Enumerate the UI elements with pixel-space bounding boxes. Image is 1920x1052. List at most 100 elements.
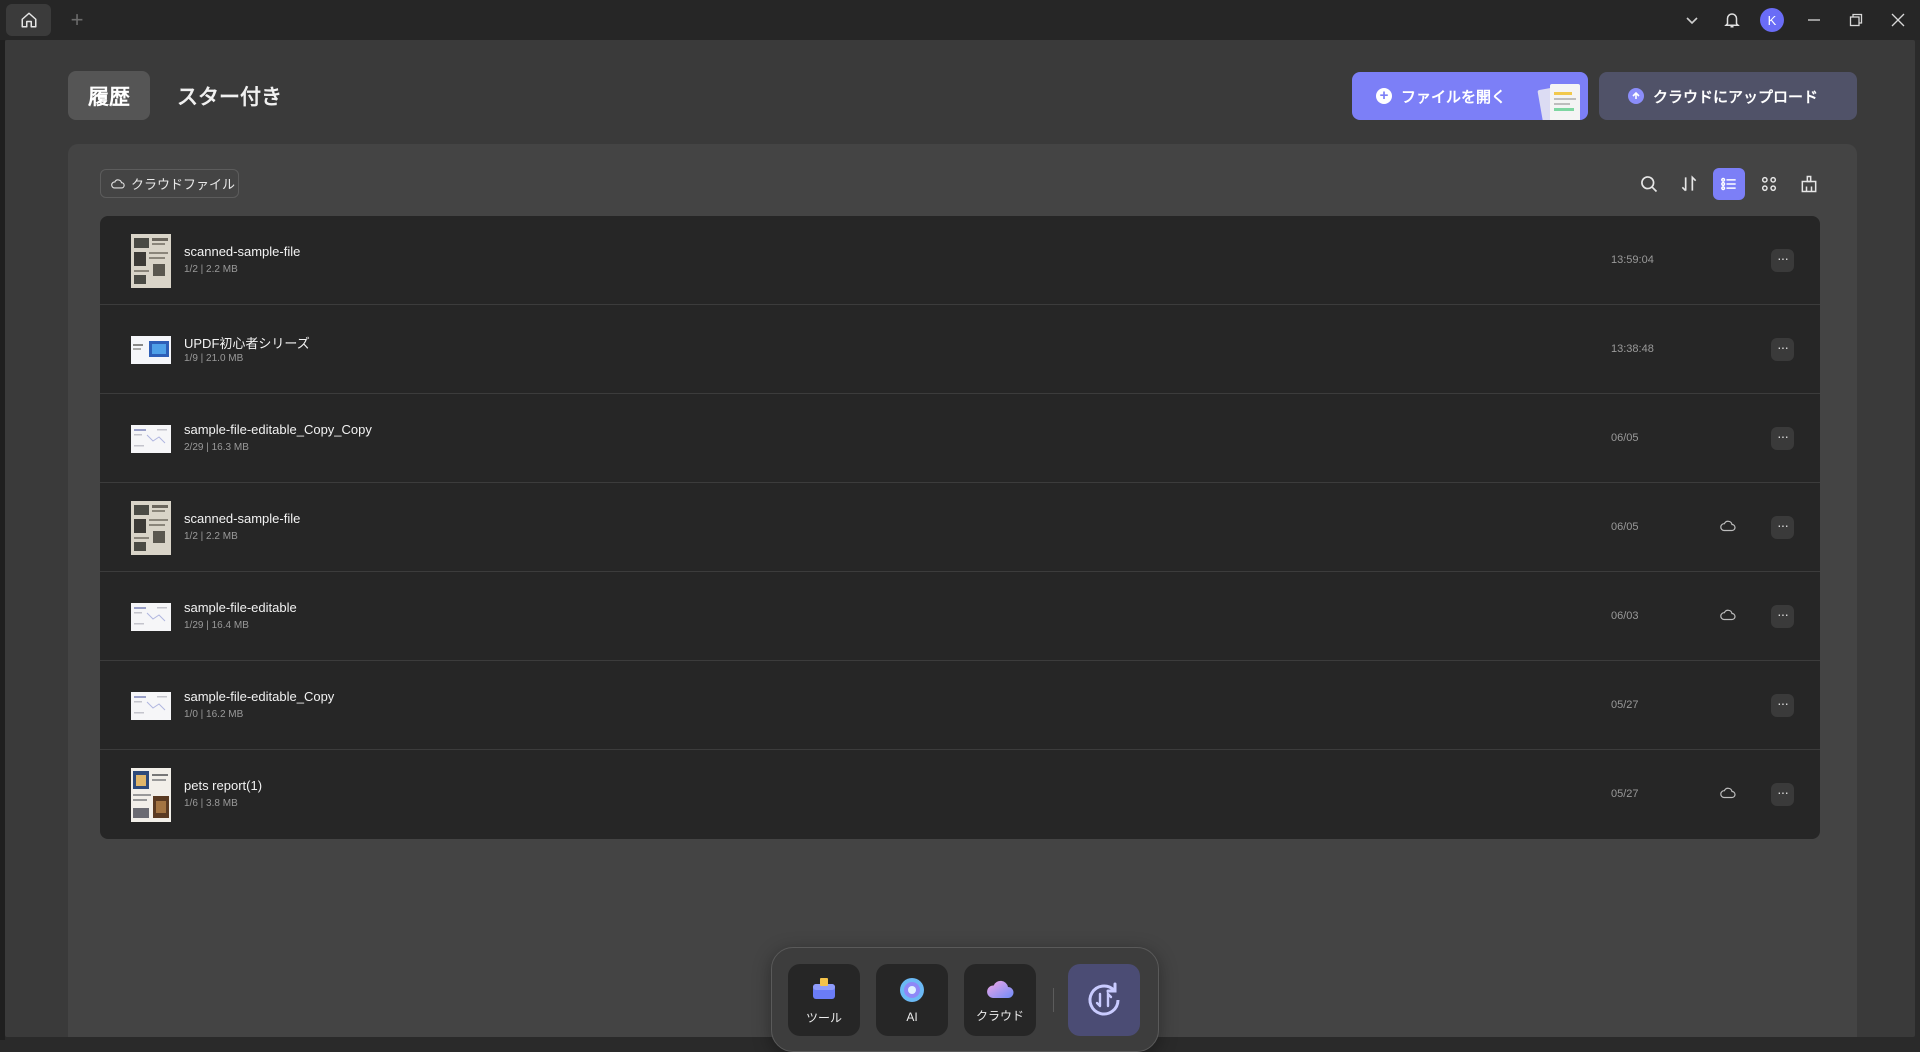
open-file-label: ファイルを開く — [1401, 88, 1507, 106]
view-toolbar — [1633, 168, 1825, 200]
file-date: 06/03 — [1611, 610, 1639, 622]
file-row[interactable]: sample-file-editable 1/29 | 16.4 MB 06/03 ·… — [100, 572, 1820, 661]
open-file-button[interactable]: + ファイルを開く — [1352, 72, 1588, 120]
more-options-button[interactable]: ··· — [1771, 249, 1794, 272]
dock-ai-button[interactable]: AI — [876, 964, 948, 1036]
grid-view-icon — [1761, 176, 1777, 192]
tab-history[interactable]: 履歴 — [68, 71, 150, 120]
more-options-button[interactable]: ··· — [1771, 694, 1794, 717]
file-meta: 1/29 | 16.4 MB — [184, 620, 249, 631]
sort-icon — [1681, 175, 1697, 192]
files-panel: クラウドファイル scanned-sample-file 1/2 | 2.2 MB… — [68, 144, 1857, 1037]
file-name: sample-file-editable — [184, 600, 297, 615]
broom-icon — [1801, 175, 1817, 193]
search-button[interactable] — [1633, 168, 1665, 200]
more-options-button[interactable]: ··· — [1771, 605, 1794, 628]
file-meta: 1/2 | 2.2 MB — [184, 531, 238, 542]
file-thumbnail — [131, 603, 171, 631]
file-meta: 1/9 | 21.0 MB — [184, 353, 244, 364]
more-options-button[interactable]: ··· — [1771, 783, 1794, 806]
cloud-synced-icon — [1720, 786, 1736, 804]
tab-starred[interactable]: スター付き — [177, 71, 282, 120]
file-meta: 1/2 | 2.2 MB — [184, 264, 238, 275]
file-row[interactable]: pets report(1) 1/6 | 3.8 MB 05/27 ··· — [100, 750, 1820, 839]
dock-cloud-label: クラウド — [975, 1008, 1024, 1023]
plus-circle-icon: + — [1376, 88, 1392, 104]
cloud-icon — [111, 178, 125, 189]
upload-cloud-label: クラウドにアップロード — [1653, 88, 1819, 106]
file-name: sample-file-editable_Copy_Copy — [184, 422, 372, 437]
dock-cloud-button[interactable]: クラウド — [964, 964, 1036, 1036]
account-button[interactable]: K — [1752, 0, 1792, 40]
file-date: 06/05 — [1611, 521, 1639, 533]
toolbox-icon — [813, 977, 835, 999]
cloud-files-label: クラウドファイル — [131, 177, 236, 192]
file-row[interactable]: sample-file-editable_Copy_Copy 2/29 | 16.… — [100, 394, 1820, 483]
notifications-button[interactable] — [1712, 0, 1752, 40]
title-bar: + K — [0, 0, 1920, 40]
file-row[interactable]: UPDF初心者シリーズ 1/9 | 21.0 MB 13:38:48 ··· — [100, 305, 1820, 394]
file-name: scanned-sample-file — [184, 511, 301, 526]
chevron-down-icon — [1686, 17, 1698, 25]
file-thumbnail — [131, 501, 171, 555]
dock-separator — [1053, 988, 1054, 1012]
more-options-button[interactable]: ··· — [1771, 516, 1794, 539]
file-meta: 2/29 | 16.3 MB — [184, 442, 249, 453]
file-row[interactable]: scanned-sample-file 1/2 | 2.2 MB 06/05 ··· — [100, 483, 1820, 572]
clear-history-button[interactable] — [1793, 168, 1825, 200]
dock-history-button[interactable] — [1068, 964, 1140, 1036]
dock-tools-button[interactable]: ツール — [788, 964, 860, 1036]
file-row[interactable]: sample-file-editable_Copy 1/0 | 16.2 MB 05… — [100, 661, 1820, 750]
more-options-button[interactable]: ··· — [1771, 427, 1794, 450]
file-date: 05/27 — [1611, 699, 1639, 711]
file-name: pets report(1) — [184, 778, 263, 793]
file-thumbnail — [131, 336, 171, 364]
file-thumbnail — [131, 692, 171, 720]
close-button[interactable] — [1876, 0, 1920, 40]
upload-arrow-icon — [1628, 88, 1644, 104]
cloud-files-filter[interactable]: クラウドファイル — [100, 169, 239, 198]
home-tab[interactable] — [6, 4, 51, 36]
list-view-button[interactable] — [1713, 168, 1745, 200]
file-thumbnail — [131, 425, 171, 453]
file-date: 06/05 — [1611, 432, 1639, 444]
history-icon — [1088, 982, 1120, 1016]
main-area: 履歴 スター付き + ファイルを開く クラウドにアップロード クラウドファイル — [5, 40, 1915, 1052]
restore-icon — [1849, 13, 1863, 27]
file-name: sample-file-editable_Copy — [184, 689, 335, 704]
avatar: K — [1760, 8, 1784, 32]
home-icon — [21, 12, 36, 28]
file-list: scanned-sample-file 1/2 | 2.2 MB 13:59:04 ·… — [100, 216, 1820, 839]
upload-cloud-button[interactable]: クラウドにアップロード — [1599, 72, 1857, 120]
bell-icon — [1724, 13, 1740, 28]
ai-assistant-icon — [900, 978, 924, 1002]
file-thumbnail — [131, 234, 171, 288]
more-options-button[interactable]: ··· — [1771, 338, 1794, 361]
cloud-synced-icon — [1720, 608, 1736, 626]
file-meta: 1/6 | 3.8 MB — [184, 798, 238, 809]
bottom-dock: ツール AI クラウド — [771, 947, 1159, 1052]
add-tab-button[interactable]: + — [66, 7, 88, 33]
list-view-icon — [1721, 177, 1736, 191]
cloud-app-icon — [987, 980, 1014, 998]
sort-button[interactable] — [1673, 168, 1705, 200]
file-row[interactable]: scanned-sample-file 1/2 | 2.2 MB 13:59:04 ·… — [100, 216, 1820, 305]
tabs-dropdown-button[interactable] — [1672, 0, 1712, 40]
dock-ai-label: AI — [906, 1010, 918, 1024]
minimize-icon — [1808, 19, 1820, 21]
close-icon — [1891, 13, 1905, 27]
file-date: 13:38:48 — [1611, 343, 1654, 355]
file-date: 13:59:04 — [1611, 254, 1654, 266]
grid-view-button[interactable] — [1753, 168, 1785, 200]
file-thumbnail — [131, 768, 171, 822]
minimize-button[interactable] — [1792, 0, 1836, 40]
documents-illustration-icon — [1537, 84, 1580, 120]
file-name: UPDF初心者シリーズ — [184, 336, 310, 351]
file-date: 05/27 — [1611, 788, 1639, 800]
restore-button[interactable] — [1836, 0, 1876, 40]
file-name: scanned-sample-file — [184, 244, 301, 259]
file-meta: 1/0 | 16.2 MB — [184, 709, 244, 720]
dock-tools-label: ツール — [805, 1010, 842, 1025]
cloud-synced-icon — [1720, 519, 1736, 537]
search-icon — [1641, 176, 1658, 193]
